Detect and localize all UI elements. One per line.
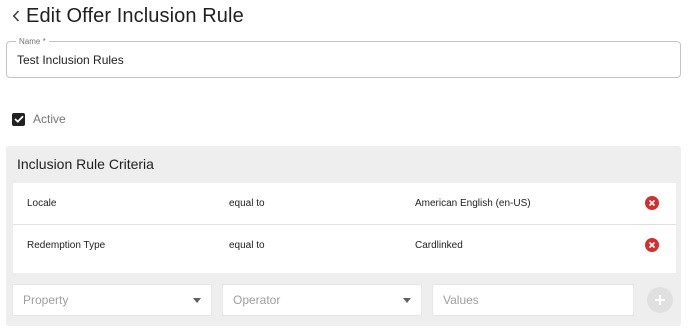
name-input[interactable] [17,51,657,69]
rule-row: Redemption Type equal to Cardlinked [13,225,676,267]
rule-property: Redemption Type [27,240,106,251]
operator-select[interactable]: Operator [222,284,422,316]
active-toggle-row: Active [12,112,66,126]
name-field-label: Name * [16,36,49,47]
chevron-left-icon [12,10,20,22]
rules-list: Locale equal to American English (en-US)… [13,183,676,273]
close-icon [648,241,656,249]
rule-value: Cardlinked [415,240,463,251]
inclusion-rule-criteria-card: Inclusion Rule Criteria Locale equal to … [6,146,681,326]
active-checkbox[interactable] [12,112,25,126]
add-rule-button[interactable] [647,287,673,313]
operator-placeholder: Operator [233,293,281,307]
remove-rule-button[interactable] [645,238,659,252]
remove-rule-button[interactable] [645,196,659,210]
criteria-title: Inclusion Rule Criteria [17,156,154,172]
close-icon [648,199,656,207]
plus-icon [655,295,665,305]
checkmark-icon [13,115,24,123]
values-input[interactable] [443,292,623,308]
rule-value: American English (en-US) [415,198,531,209]
rule-property: Locale [27,198,57,209]
name-field[interactable]: Name * [6,36,681,78]
back-button[interactable] [8,4,24,28]
caret-down-icon [193,298,201,303]
property-select[interactable]: Property [12,284,212,316]
active-label: Active [33,112,66,126]
caret-down-icon [403,298,411,303]
rule-operator: equal to [229,198,265,209]
values-field[interactable] [432,284,634,316]
rule-row: Locale equal to American English (en-US) [13,183,676,225]
rule-operator: equal to [229,240,265,251]
page-header: Edit Offer Inclusion Rule [8,4,244,28]
property-placeholder: Property [23,293,69,307]
page-title: Edit Offer Inclusion Rule [26,4,244,27]
